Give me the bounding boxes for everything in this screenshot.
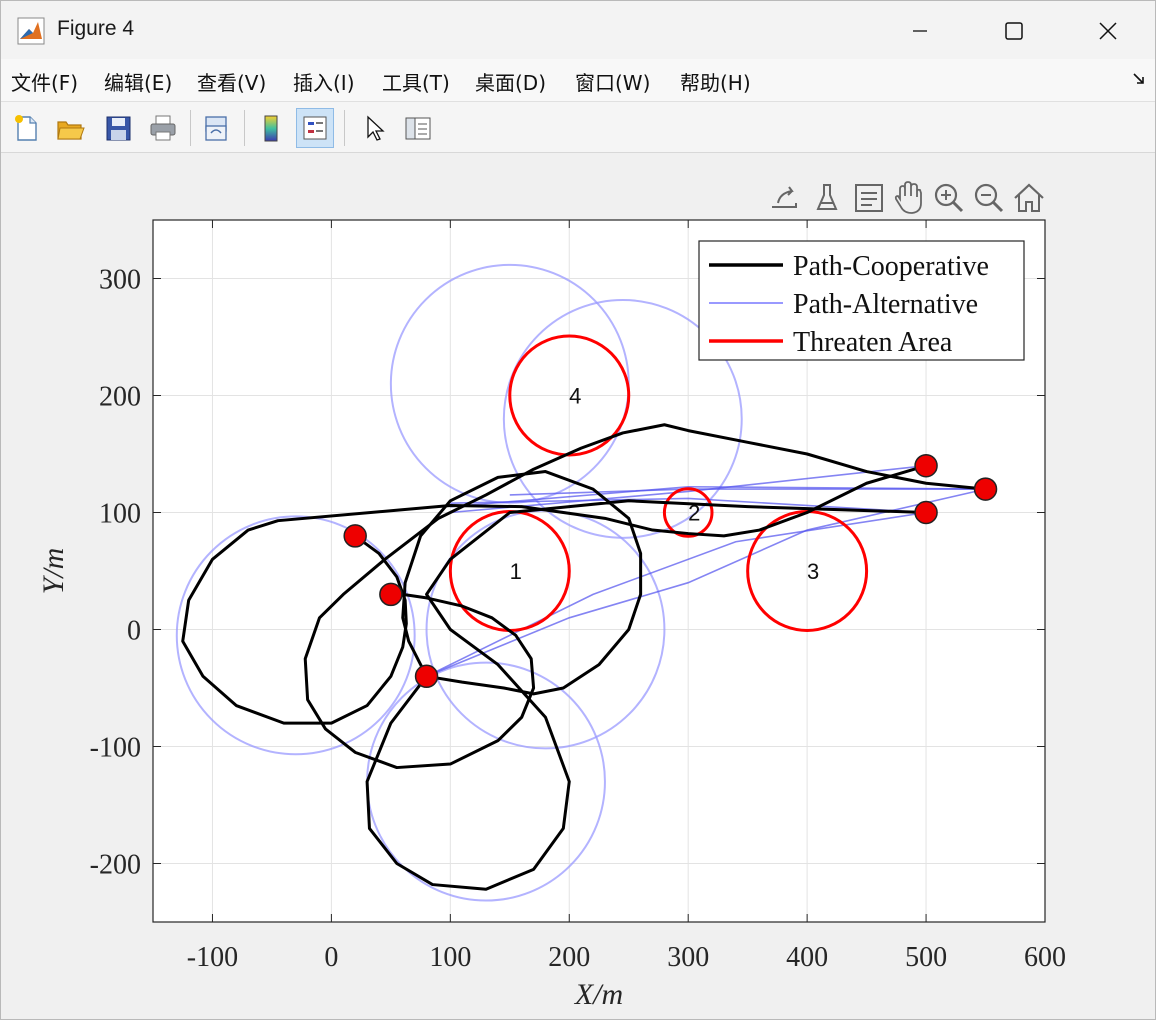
goal-point-marker <box>914 453 938 478</box>
y-tick-label: 0 <box>127 616 141 647</box>
threat-area-label: 3 <box>807 559 819 584</box>
plot-svg: 1234 -100 0 100 200 300 400 500 600-200-1000100… <box>37 219 1066 1011</box>
x-tick-label: 200 <box>548 942 590 973</box>
threat-area-label: 1 <box>510 559 522 584</box>
x-axis-label: X/m <box>574 978 623 1011</box>
x-tick-label: 600 <box>1024 942 1066 973</box>
datatip-icon[interactable] <box>850 179 888 217</box>
home-icon[interactable] <box>1010 179 1048 217</box>
y-tick-label: 200 <box>99 382 141 413</box>
x-tick-label: 100 <box>429 942 471 973</box>
x-tick-label: 300 <box>667 942 709 973</box>
y-tick-label: -200 <box>90 850 141 881</box>
zoom-out-icon[interactable] <box>970 179 1008 217</box>
legend-label: Path-Cooperative <box>793 251 989 282</box>
x-tick-label: -100 <box>187 942 238 973</box>
start-point-marker <box>414 664 439 689</box>
export-icon[interactable] <box>766 179 804 217</box>
y-tick-label: 100 <box>99 499 141 530</box>
start-point-marker <box>343 524 367 548</box>
pan-icon[interactable] <box>890 179 928 217</box>
legend-label: Threaten Area <box>793 327 953 358</box>
zoom-in-icon[interactable] <box>930 179 968 217</box>
y-axis-label: Y/m <box>37 548 70 595</box>
goal-point-marker <box>914 500 938 525</box>
y-tick-label: -100 <box>90 733 141 764</box>
legend-label: Path-Alternative <box>793 289 978 320</box>
legend[interactable]: Path-Cooperative Path-Alternative Threaten… <box>698 240 1025 361</box>
start-point-marker <box>379 582 403 607</box>
figure-window: Figure 4 文件(F) 编辑(E) 查看(V) 插入(I) 工具(T) 桌… <box>0 0 1156 1020</box>
threat-area-label: 4 <box>569 384 581 409</box>
brush-icon[interactable] <box>808 179 846 217</box>
y-tick-label: 300 <box>99 265 141 296</box>
x-tick-label: 500 <box>905 942 947 973</box>
x-tick-label: 0 <box>324 942 338 973</box>
goal-point-marker <box>973 477 998 501</box>
x-tick-label: 400 <box>786 942 828 973</box>
